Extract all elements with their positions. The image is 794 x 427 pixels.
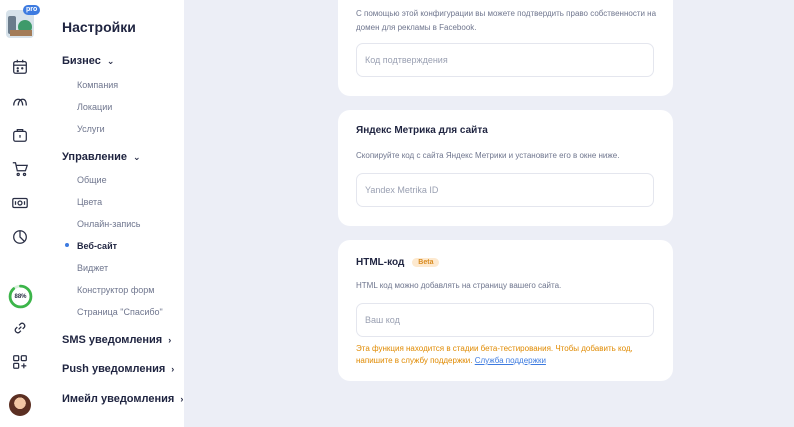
yandex-metrika-card: Яндекс Метрика для сайта Скопируйте код …: [338, 110, 673, 226]
yandex-title: Яндекс Метрика для сайта: [356, 125, 488, 136]
briefcase-icon[interactable]: [10, 125, 30, 145]
sidebar-item-colors[interactable]: Цвета: [77, 197, 102, 207]
progress-percent: 88%: [14, 293, 27, 300]
pro-badge: pro: [23, 5, 41, 15]
sidebar-item-locations[interactable]: Локации: [77, 102, 112, 112]
sidebar-group-email[interactable]: Имейл уведомления ›: [62, 393, 183, 405]
beta-badge: Beta: [412, 258, 440, 267]
apps-add-icon[interactable]: [10, 352, 30, 372]
sidebar-item-general[interactable]: Общие: [77, 175, 107, 185]
active-indicator-dot: [65, 243, 69, 247]
chevron-down-icon: ⌄: [133, 151, 141, 162]
sidebar-item-online-booking[interactable]: Онлайн-запись: [77, 219, 140, 229]
pie-chart-icon[interactable]: [10, 227, 30, 247]
yandex-metrika-id-input[interactable]: [356, 173, 654, 207]
calendar-icon[interactable]: [10, 57, 30, 77]
cart-icon[interactable]: [10, 159, 30, 179]
cash-icon[interactable]: [10, 193, 30, 213]
html-code-card: HTML-код Beta HTML код можно добавлять н…: [338, 240, 673, 381]
settings-sidebar: Настройки Бизнес ⌄ Компания Локации Услу…: [42, 0, 184, 427]
link-icon[interactable]: [10, 318, 30, 338]
sidebar-item-form-builder[interactable]: Конструктор форм: [77, 285, 154, 295]
sidebar-group-label: Бизнес: [62, 55, 101, 67]
chevron-right-icon: ›: [180, 394, 184, 404]
sidebar-group-label: SMS уведомления: [62, 334, 163, 346]
sidebar-item-company[interactable]: Компания: [77, 80, 118, 90]
html-code-description: HTML код можно добавлять на страницу ваш…: [356, 281, 562, 290]
sidebar-title: Настройки: [62, 19, 136, 35]
sidebar-group-label: Имейл уведомления: [62, 393, 175, 405]
chevron-down-icon: ⌄: [106, 55, 115, 66]
sidebar-group-sms[interactable]: SMS уведомления ›: [62, 334, 171, 346]
beta-warning: Эта функция находится в стадии бета-тест…: [356, 343, 656, 367]
sidebar-item-widget[interactable]: Виджет: [77, 263, 108, 273]
avatar[interactable]: [9, 394, 31, 416]
clients-icon[interactable]: [10, 91, 30, 111]
facebook-code-input[interactable]: [356, 43, 654, 77]
support-link[interactable]: Служба поддержки: [475, 356, 546, 365]
sidebar-item-services[interactable]: Услуги: [77, 124, 105, 134]
sidebar-group-label: Push уведомления: [62, 363, 166, 375]
chevron-right-icon: ›: [171, 364, 175, 374]
chevron-right-icon: ›: [168, 335, 172, 345]
sidebar-item-website[interactable]: Веб-сайт: [77, 241, 117, 251]
sidebar-group-business[interactable]: Бизнес ⌄: [62, 55, 114, 67]
yandex-description: Скопируйте код с сайта Яндекс Метрики и …: [356, 151, 620, 160]
icon-rail: pro 88%: [0, 0, 43, 427]
sidebar-group-management[interactable]: Управление ⌄: [62, 151, 141, 163]
html-code-title-text: HTML-код: [356, 257, 405, 268]
html-code-input[interactable]: [356, 303, 654, 337]
sidebar-group-push[interactable]: Push уведомления ›: [62, 363, 174, 375]
facebook-verification-card: С помощью этой конфигурации вы можете по…: [338, 0, 673, 96]
sidebar-item-thank-you-page[interactable]: Страница "Спасибо": [77, 307, 163, 317]
html-code-title: HTML-код Beta: [356, 257, 440, 268]
facebook-description: С помощью этой конфигурации вы можете по…: [356, 9, 657, 32]
yandex-title-text: Яндекс Метрика для сайта: [356, 125, 488, 136]
sidebar-group-label: Управление: [62, 151, 128, 163]
